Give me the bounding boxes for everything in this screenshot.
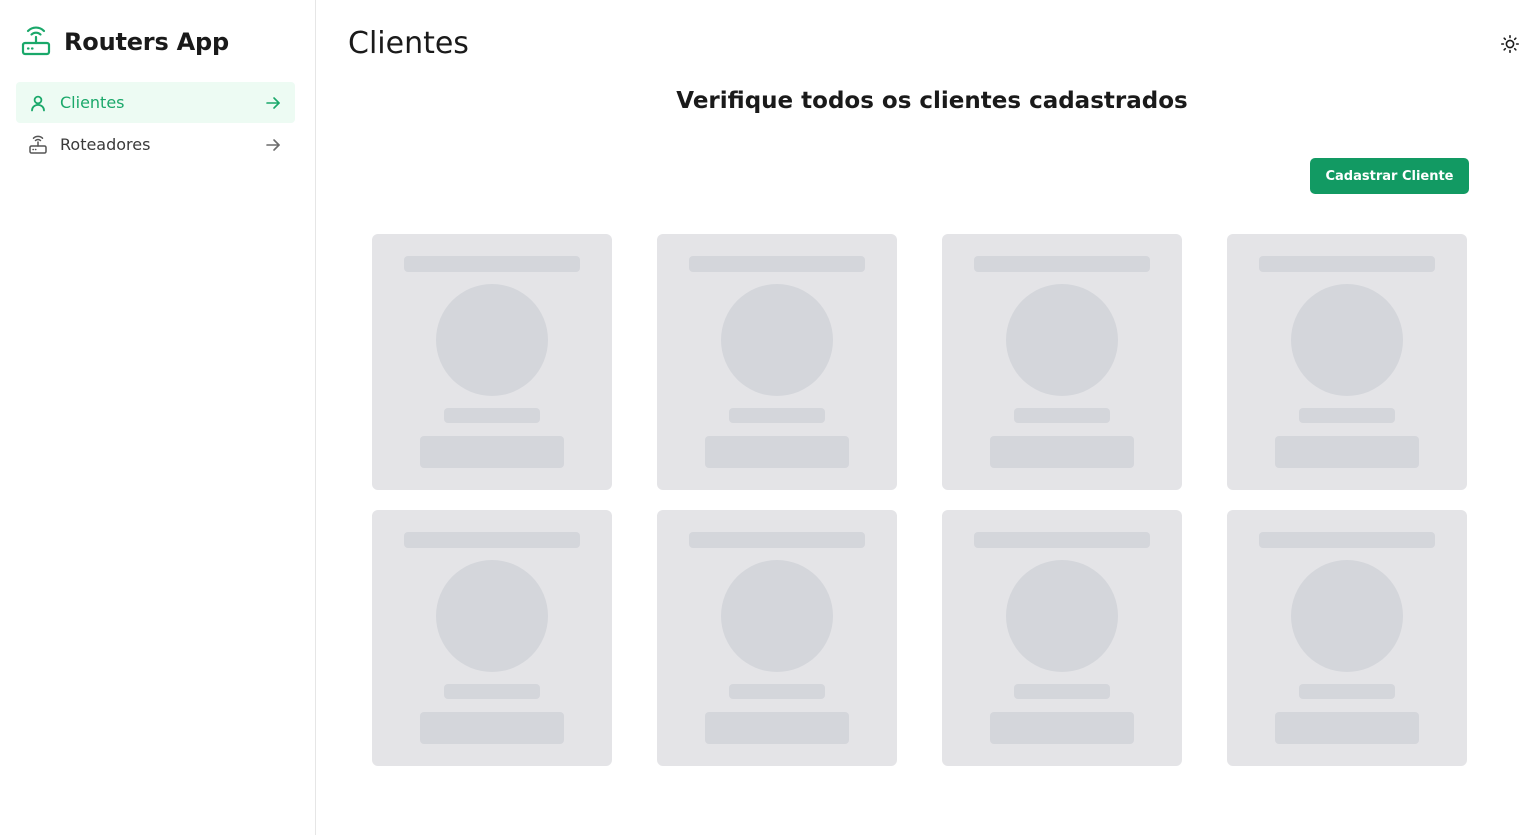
skeleton-title [1259,256,1435,272]
skeleton-button [420,436,564,468]
page-subtitle: Verifique todos os clientes cadastrados [676,88,1188,114]
skeleton-line [444,684,540,699]
skeleton-avatar [721,560,833,672]
skeleton-line [1014,408,1110,423]
skeleton-card [942,510,1182,766]
sun-icon[interactable] [1500,34,1520,54]
skeleton-button [705,712,849,744]
skeleton-avatar [436,560,548,672]
arrow-right-icon [265,95,281,111]
skeleton-avatar [1291,284,1403,396]
skeleton-line [1014,684,1110,699]
skeleton-button [990,712,1134,744]
skeleton-avatar [721,284,833,396]
page-title: Clientes [348,26,469,61]
main-content: Clientes Verifique todos os clientes cad… [316,0,1538,835]
skeleton-button [420,712,564,744]
skeleton-line [444,408,540,423]
skeleton-card [657,234,897,490]
sidebar-item-clientes[interactable]: Clientes [16,82,295,123]
app-root: Routers App Clientes Roteadores Clientes… [0,0,1538,835]
client-grid [372,234,1467,766]
skeleton-avatar [436,284,548,396]
skeleton-line [729,684,825,699]
skeleton-avatar [1006,560,1118,672]
skeleton-line [729,408,825,423]
skeleton-title [404,532,580,548]
skeleton-title [974,256,1150,272]
skeleton-line [1299,684,1395,699]
skeleton-button [705,436,849,468]
register-client-button[interactable]: Cadastrar Cliente [1310,158,1469,194]
sidebar: Routers App Clientes Roteadores [0,0,316,835]
app-title: Routers App [64,28,230,56]
user-icon [28,93,48,113]
skeleton-card [1227,234,1467,490]
skeleton-title [689,532,865,548]
sidebar-item-label: Clientes [60,93,125,112]
skeleton-card [372,510,612,766]
sidebar-item-roteadores[interactable]: Roteadores [16,124,295,165]
skeleton-title [404,256,580,272]
skeleton-button [990,436,1134,468]
skeleton-card [372,234,612,490]
brand: Routers App [20,24,295,60]
skeleton-title [974,532,1150,548]
skeleton-button [1275,712,1419,744]
skeleton-line [1299,408,1395,423]
skeleton-avatar [1291,560,1403,672]
arrow-right-icon [265,137,281,153]
skeleton-avatar [1006,284,1118,396]
router-icon [28,135,48,155]
router-logo-icon [20,26,52,58]
skeleton-button [1275,436,1419,468]
skeleton-title [1259,532,1435,548]
sidebar-item-label: Roteadores [60,135,151,154]
skeleton-card [657,510,897,766]
skeleton-title [689,256,865,272]
skeleton-card [1227,510,1467,766]
skeleton-card [942,234,1182,490]
